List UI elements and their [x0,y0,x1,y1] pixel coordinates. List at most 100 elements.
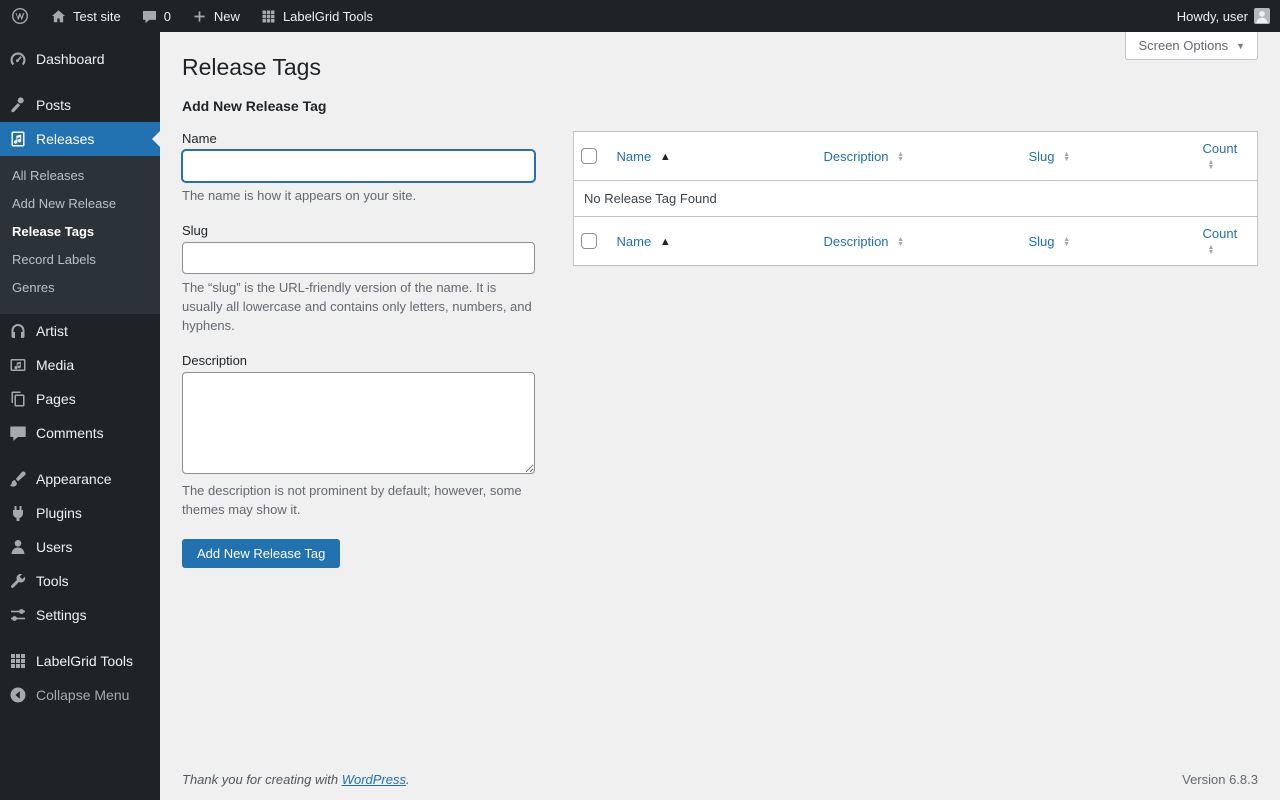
main-content: Screen Options ▼ Release Tags Add New Re… [160,32,1280,800]
sidebar-item-pages[interactable]: Pages [0,382,160,416]
wordpress-logo[interactable] [0,0,40,32]
new-content-menu[interactable]: New [181,0,250,32]
submenu-item-genres[interactable]: Genres [0,274,160,302]
select-all-checkbox-foot[interactable] [581,233,597,249]
sidebar-item-users[interactable]: Users [0,530,160,564]
footer-thanks: Thank you for creating with WordPress. [182,772,410,787]
slug-input[interactable] [182,242,535,274]
releases-submenu: All ReleasesAdd New ReleaseRelease TagsR… [0,156,160,314]
add-new-release-tag-button[interactable]: Add New Release Tag [182,539,340,568]
description-textarea[interactable] [182,372,535,474]
sidebar-item-label: Releases [36,129,94,149]
sidebar-item-comments[interactable]: Comments [0,416,160,450]
tags-list-column: Name ▲▼ Description ▲▼ Slug ▲▼ [573,98,1258,266]
sort-icon: ▲▼ [1208,160,1215,170]
labelgrid-icon [8,651,28,671]
column-label-name: Name [617,234,652,249]
column-header-name[interactable]: Name ▲▼ [607,132,814,181]
sidebar-item-settings[interactable]: Settings [0,598,160,632]
dashboard-icon [8,49,28,69]
howdy-label: Howdy, user [1177,9,1248,24]
submenu-item-release-tags[interactable]: Release Tags [0,218,160,246]
sidebar-item-label: Artist [36,321,68,341]
sidebar-item-label: Tools [36,571,69,591]
comments-icon [8,423,28,443]
column-label-description: Description [824,149,889,164]
column-footer-description[interactable]: Description ▲▼ [814,217,1019,266]
wordpress-link[interactable]: WordPress [342,772,406,787]
release-tags-table: Name ▲▼ Description ▲▼ Slug ▲▼ [573,131,1258,266]
pages-icon [8,389,28,409]
sidebar-item-labelgrid-tools[interactable]: LabelGrid Tools [0,644,160,678]
add-tag-form: Add New Release Tag Name The name is how… [182,98,535,568]
sidebar: Dashboard Posts Releases All ReleasesAdd Ne… [0,32,160,800]
name-help: The name is how it appears on your site. [182,186,535,205]
column-footer-name[interactable]: Name ▲▼ [607,217,814,266]
sidebar-item-releases[interactable]: Releases [0,122,160,156]
tools-icon [8,571,28,591]
sort-asc-icon: ▲▼ [660,152,671,162]
submenu-item-all-releases[interactable]: All Releases [0,162,160,190]
menu-separator [0,450,160,462]
chevron-down-icon: ▼ [1236,41,1245,51]
name-label: Name [182,131,535,146]
sort-icon: ▲▼ [897,152,904,162]
column-label-count: Count [1203,141,1238,156]
column-header-description[interactable]: Description ▲▼ [814,132,1019,181]
sidebar-item-label: Plugins [36,503,82,523]
sidebar-item-tools[interactable]: Tools [0,564,160,598]
comments-count: 0 [164,9,171,24]
table-footer-row: Name ▲▼ Description ▲▼ Slug ▲▼ [574,217,1258,266]
admin-bar: Test site 0 New LabelGrid Tools Howdy, u… [0,0,1280,32]
empty-row: No Release Tag Found [574,181,1258,217]
slug-label: Slug [182,223,535,238]
posts-icon [8,95,28,115]
column-label-slug: Slug [1029,149,1055,164]
sidebar-item-label: Media [36,355,74,375]
sidebar-item-collapse-menu[interactable]: Collapse Menu [0,678,160,712]
sort-asc-icon: ▲▼ [660,237,671,247]
submenu-item-add-new-release[interactable]: Add New Release [0,190,160,218]
my-account-menu[interactable]: Howdy, user [1167,0,1280,32]
slug-field-group: Slug The “slug” is the URL-friendly vers… [182,223,535,335]
name-field-group: Name The name is how it appears on your … [182,131,535,205]
screen-options-button[interactable]: Screen Options ▼ [1125,32,1258,60]
sidebar-item-dashboard[interactable]: Dashboard [0,42,160,76]
column-footer-count[interactable]: Count ▲▼ [1193,217,1258,266]
sidebar-item-appearance[interactable]: Appearance [0,462,160,496]
column-label-slug: Slug [1029,234,1055,249]
name-input[interactable] [182,150,535,182]
sidebar-item-label: Collapse Menu [36,685,129,705]
sidebar-item-label: LabelGrid Tools [36,651,133,671]
sidebar-item-artist[interactable]: Artist [0,314,160,348]
sidebar-item-plugins[interactable]: Plugins [0,496,160,530]
column-header-slug[interactable]: Slug ▲▼ [1019,132,1193,181]
media-icon [8,355,28,375]
header-checkbox-cell [574,132,607,181]
footer-version: Version 6.8.3 [1182,772,1258,787]
description-label: Description [182,353,535,368]
footer-thanks-text: Thank you for creating with [182,772,338,787]
screen-options-label: Screen Options [1138,38,1228,53]
column-footer-slug[interactable]: Slug ▲▼ [1019,217,1193,266]
sidebar-item-label: Dashboard [36,49,105,69]
appearance-icon [8,469,28,489]
column-header-count[interactable]: Count ▲▼ [1193,132,1258,181]
column-label-name: Name [617,149,652,164]
new-label: New [214,9,240,24]
sidebar-item-media[interactable]: Media [0,348,160,382]
wordpress-logo-icon [10,6,30,26]
labelgrid-tools-menu[interactable]: LabelGrid Tools [250,0,383,32]
description-field-group: Description The description is not promi… [182,353,535,519]
sidebar-item-posts[interactable]: Posts [0,88,160,122]
site-name-menu[interactable]: Test site [40,0,131,32]
submenu-item-record-labels[interactable]: Record Labels [0,246,160,274]
comments-menu[interactable]: 0 [131,0,181,32]
select-all-checkbox[interactable] [581,148,597,164]
collapse-icon [8,685,28,705]
users-icon [8,537,28,557]
grid-icon [260,8,277,25]
column-label-count: Count [1203,226,1238,241]
labelgrid-tools-label: LabelGrid Tools [283,9,373,24]
footer: Thank you for creating with WordPress. V… [160,772,1280,800]
